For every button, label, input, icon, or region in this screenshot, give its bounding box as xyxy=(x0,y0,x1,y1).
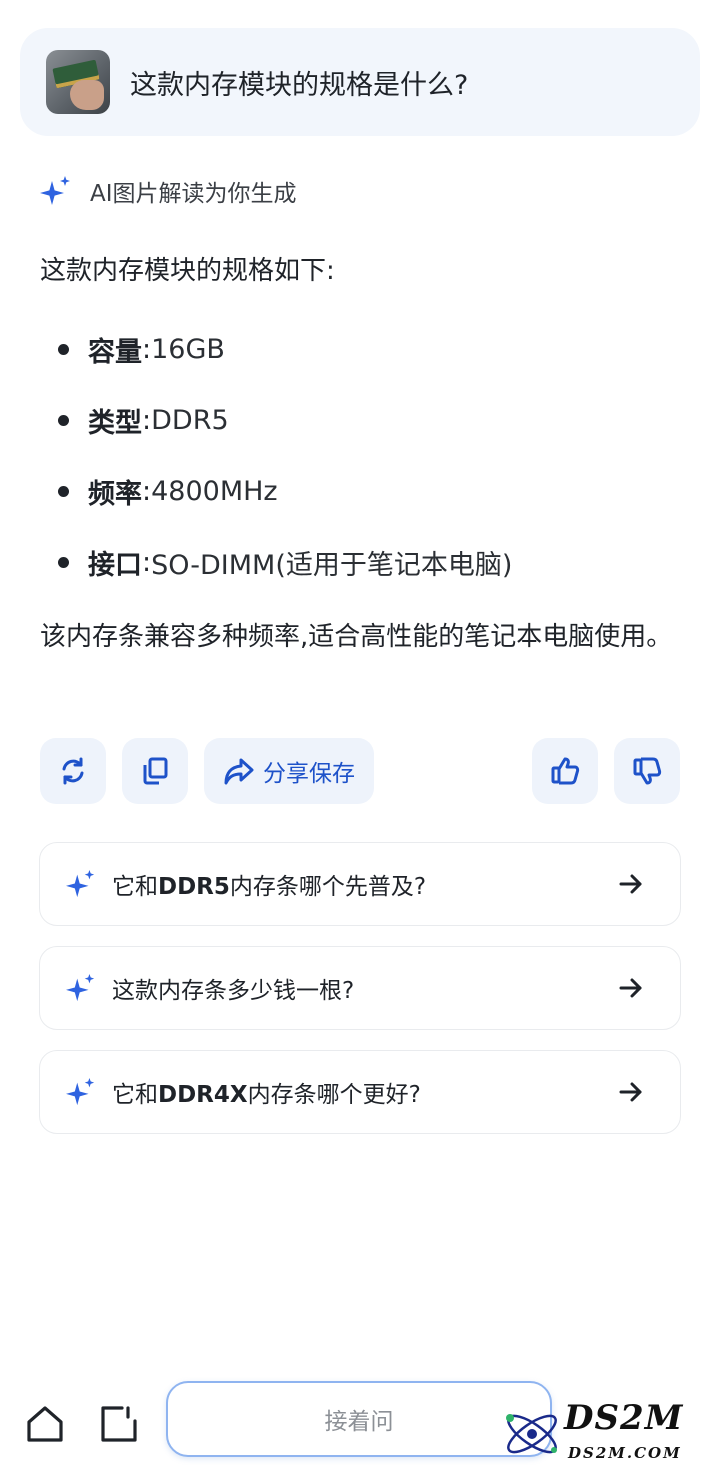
suggestion-text: 它和DDR5内存条哪个先普及? xyxy=(112,874,427,900)
suggestion-item[interactable]: 它和DDR4X内存条哪个更好? xyxy=(39,1050,681,1134)
spec-key: 容量 xyxy=(88,337,142,368)
regenerate-button[interactable] xyxy=(40,738,106,804)
like-button[interactable] xyxy=(532,738,598,804)
refresh-icon xyxy=(62,757,84,785)
sparkle-icon xyxy=(40,176,70,205)
spec-item: 类型: DDR5 xyxy=(58,401,229,440)
share-save-button[interactable]: 分享保存 xyxy=(204,738,374,804)
ask-placeholder: 接着问 xyxy=(324,1409,394,1435)
spec-separator: : xyxy=(142,405,152,436)
thumbs-down-icon xyxy=(633,757,662,785)
copy-icon xyxy=(143,757,168,785)
memory-module-thumbnail[interactable] xyxy=(46,50,110,114)
spec-item: 容量:16GB xyxy=(58,330,225,369)
watermark: DS2M DS2M.COM xyxy=(498,1388,720,1475)
bullet xyxy=(58,344,69,355)
watermark-url: DS2M.COM xyxy=(568,1444,682,1462)
share-icon xyxy=(224,758,254,785)
spec-key: 频率 xyxy=(88,479,142,510)
arrow-right-icon xyxy=(619,874,642,894)
answer-intro: 这款内存模块的规格如下: xyxy=(40,256,335,286)
bullet xyxy=(58,557,69,568)
spec-item: 接口: SO-DIMM(适用于笔记本电脑) xyxy=(58,543,512,582)
arrow-right-icon xyxy=(619,1082,642,1102)
spec-separator: : xyxy=(142,334,152,365)
dislike-button[interactable] xyxy=(614,738,680,804)
ai-header-label: AI图片解读为你生成 xyxy=(90,181,297,207)
sparkle-icon xyxy=(66,869,95,898)
ask-followup-input[interactable]: 接着问 xyxy=(166,1381,552,1457)
spec-value: 4800MHz xyxy=(151,476,278,507)
suggestion-text: 这款内存条多少钱一根? xyxy=(112,978,355,1004)
spec-value: 16GB xyxy=(151,334,225,365)
arrow-right-icon xyxy=(619,978,642,998)
watermark-brand: DS2M xyxy=(564,1398,684,1438)
spec-value: SO-DIMM(适用于笔记本电脑) xyxy=(151,550,513,581)
answer-summary: 该内存条兼容多种频率,适合高性能的笔记本电脑使用。 xyxy=(40,622,673,652)
question-text: 这款内存模块的规格是什么? xyxy=(130,69,469,101)
suggestion-item[interactable]: 它和DDR5内存条哪个先普及? xyxy=(39,842,681,926)
copy-button[interactable] xyxy=(122,738,188,804)
spec-item: 频率:4800MHz xyxy=(58,472,278,511)
share-save-label: 分享保存 xyxy=(263,761,355,787)
atom-logo-icon xyxy=(506,1414,557,1454)
thumbs-up-icon xyxy=(551,757,580,785)
question-card: 这款内存模块的规格是什么? xyxy=(20,28,700,136)
bullet xyxy=(58,486,69,497)
new-chat-icon[interactable] xyxy=(100,1405,138,1443)
spec-value: DDR5 xyxy=(151,405,229,436)
spec-key: 接口 xyxy=(88,550,142,581)
ai-header: AI图片解读为你生成 xyxy=(40,172,297,210)
sparkle-icon xyxy=(66,1077,95,1106)
suggestion-item[interactable]: 这款内存条多少钱一根? xyxy=(39,946,681,1030)
home-icon[interactable] xyxy=(26,1405,64,1443)
sparkle-icon xyxy=(66,973,95,1002)
bullet xyxy=(58,415,69,426)
spec-key: 类型 xyxy=(88,408,142,439)
spec-separator: : xyxy=(142,547,152,578)
suggestion-text: 它和DDR4X内存条哪个更好? xyxy=(112,1082,421,1108)
spec-separator: : xyxy=(142,476,152,507)
